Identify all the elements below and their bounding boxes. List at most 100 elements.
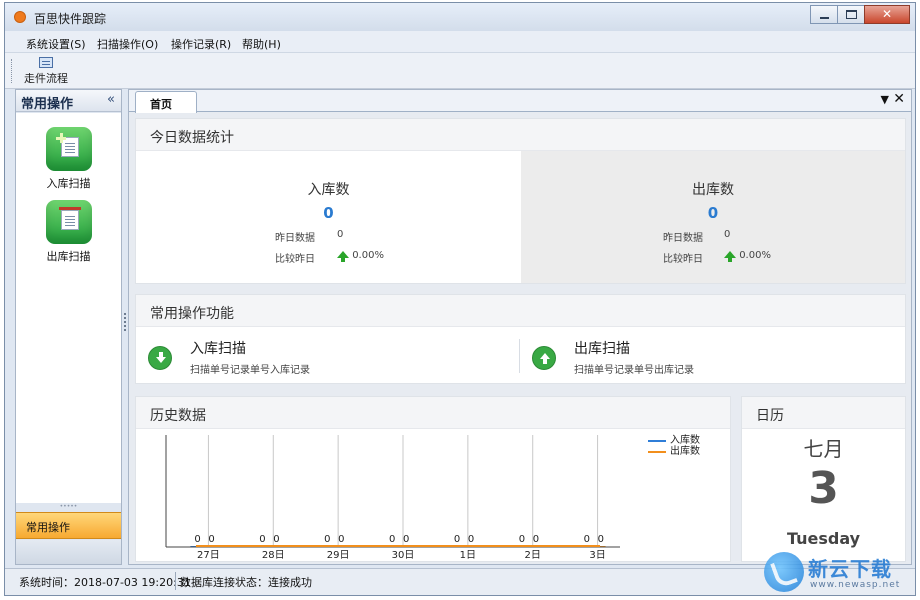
legend-swatch-outbound (648, 451, 666, 453)
data-label: 0 (533, 534, 539, 545)
window-controls: ✕ (810, 5, 910, 25)
collapse-icon[interactable]: « (107, 92, 115, 107)
legend-swatch-inbound (648, 440, 666, 442)
legend-item: 出库数 (648, 446, 700, 457)
inbound-stats: 入库数 0 昨日数据 0 比较昨日 0.00% (136, 151, 521, 283)
data-label: 0 (259, 534, 265, 545)
yesterday-value: 0 (724, 229, 731, 240)
tab-menu-icon[interactable]: ▼ (881, 93, 889, 106)
panel-title: 历史数据 (150, 408, 206, 424)
status-divider (175, 572, 176, 590)
sidebar-item-inbound-scan[interactable]: 入库扫描 (16, 127, 121, 191)
panel-title: 日历 (756, 408, 784, 424)
legend-label: 出库数 (670, 446, 700, 457)
function-desc: 扫描单号记录单号出库记录 (574, 365, 694, 376)
data-label: 0 (194, 534, 200, 545)
window-title: 百思快件跟踪 (34, 12, 107, 26)
x-tick-label: 1日 (460, 550, 476, 561)
yesterday-label: 昨日数据 (663, 233, 703, 244)
menu-scan-operations[interactable]: 扫描操作(O) (97, 36, 158, 52)
maximize-button[interactable] (837, 5, 865, 24)
calendar-day: 3 (808, 463, 839, 514)
compare-value-row: 0.00% (337, 250, 384, 262)
close-button[interactable]: ✕ (864, 5, 910, 24)
data-label: 0 (598, 534, 604, 545)
data-label: 0 (208, 534, 214, 545)
sidebar-header: 常用操作 « (16, 90, 121, 112)
calendar-weekday: Tuesday (786, 529, 861, 548)
inbound-count-label: 入库数 (307, 182, 350, 198)
up-arrow-icon (724, 251, 736, 262)
panel-splitter[interactable] (124, 313, 127, 331)
toolbar: 走件流程 (5, 53, 915, 89)
panel-header: 常用操作功能 (136, 295, 905, 327)
app-window: 百思快件跟踪 ✕ 系统设置(S) 扫描操作(O) 操作记录(R) 帮助(H) 走… (4, 2, 916, 596)
up-arrow-icon (337, 251, 349, 262)
sidebar-item-outbound-scan[interactable]: 出库扫描 (16, 200, 121, 264)
outbound-count-label: 出库数 (692, 182, 734, 198)
close-icon: ✕ (881, 7, 893, 21)
history-chart: 0 027日0 028日0 029日0 030日0 01日0 02日0 03日 (165, 435, 620, 561)
watermark: 新云下载 www.newasp.net (764, 552, 914, 596)
function-title: 出库扫描 (574, 341, 630, 357)
panel-header: 今日数据统计 (136, 119, 905, 151)
inbound-count-value: 0 (323, 204, 334, 222)
calendar-month: 七月 (803, 437, 844, 461)
data-label: 0 (519, 534, 525, 545)
function-title: 入库扫描 (190, 341, 246, 357)
x-tick-label: 29日 (327, 550, 350, 561)
tab-close-icon[interactable]: ✕ (893, 91, 905, 107)
data-label: 0 (584, 534, 590, 545)
sidebar-body: 入库扫描 出库扫描 (16, 113, 121, 503)
tab-strip: 首页 ▼ ✕ (129, 90, 911, 113)
watermark-text: 新云下载 (808, 557, 892, 581)
download-arrow-icon (148, 346, 172, 370)
menu-help[interactable]: 帮助(H) (242, 36, 281, 52)
sidebar-item-label: 出库扫描 (46, 250, 91, 263)
x-tick-label: 27日 (197, 550, 220, 561)
watermark-logo-icon (764, 552, 804, 592)
outbound-stats: 出库数 0 昨日数据 0 比较昨日 0.00% (521, 151, 905, 283)
compare-value-row: 0.00% (724, 250, 771, 262)
flow-icon (39, 57, 53, 68)
upload-arrow-icon (532, 346, 556, 370)
flow-button[interactable]: 走件流程 (23, 55, 69, 87)
sidebar-footer (16, 540, 121, 564)
x-tick-label: 2日 (525, 550, 541, 561)
yesterday-value: 0 (337, 229, 344, 240)
yesterday-label: 昨日数据 (275, 233, 315, 244)
db-connection-status: 数据库连接状态：连接成功 (180, 576, 312, 589)
app-icon (14, 11, 26, 23)
panel-title: 常用操作功能 (150, 306, 234, 322)
function-outbound-scan[interactable]: 出库扫描 扫描单号记录单号出库记录 (520, 327, 905, 383)
function-desc: 扫描单号记录单号入库记录 (190, 365, 310, 376)
sidebar-tab-common-ops[interactable]: 常用操作 (16, 512, 121, 539)
watermark-url: www.newasp.net (810, 580, 901, 590)
title-bar: 百思快件跟踪 ✕ (5, 3, 915, 31)
inbound-scan-icon (45, 127, 92, 171)
menu-system-settings[interactable]: 系统设置(S) (26, 36, 86, 52)
sidebar-tab-label: 常用操作 (26, 521, 70, 534)
legend-label: 入库数 (670, 435, 700, 446)
data-label: 0 (338, 534, 344, 545)
data-label: 0 (403, 534, 409, 545)
x-tick-label: 3日 (589, 550, 605, 561)
menu-operation-records[interactable]: 操作记录(R) (171, 36, 231, 52)
minimize-button[interactable] (810, 5, 838, 24)
sidebar-item-label: 入库扫描 (46, 177, 91, 190)
outbound-count-value: 0 (707, 204, 719, 222)
today-stats-panel: 今日数据统计 入库数 0 昨日数据 0 比较昨日 0.00% 出库数 0 昨日数… (135, 118, 906, 284)
tab-home-label: 首页 (150, 98, 172, 111)
function-inbound-scan[interactable]: 入库扫描 扫描单号记录单号入库记录 (136, 327, 519, 383)
toolbar-grip[interactable] (11, 59, 13, 83)
menu-bar: 系统设置(S) 扫描操作(O) 操作记录(R) 帮助(H) (5, 31, 915, 53)
history-panel: 历史数据 0 0 27日 0 0 28日 0 0 29日 0 0 30日 0 0 1日 0 0 2日 0 0 3日 入库… (135, 396, 731, 562)
tab-home[interactable]: 首页 (135, 91, 197, 113)
data-label: 0 (468, 534, 474, 545)
sidebar: 常用操作 « 入库扫描 出库扫描 ••••• 常用操作 (15, 89, 122, 565)
panel-title: 今日数据统计 (150, 130, 234, 146)
minimize-icon (820, 17, 829, 19)
sidebar-splitter[interactable]: ••••• (16, 504, 121, 510)
common-functions-panel: 常用操作功能 入库扫描 扫描单号记录单号入库记录 出库扫描 扫描单号记录单号出库… (135, 294, 906, 384)
chart-legend: 入库数 出库数 (648, 435, 700, 457)
